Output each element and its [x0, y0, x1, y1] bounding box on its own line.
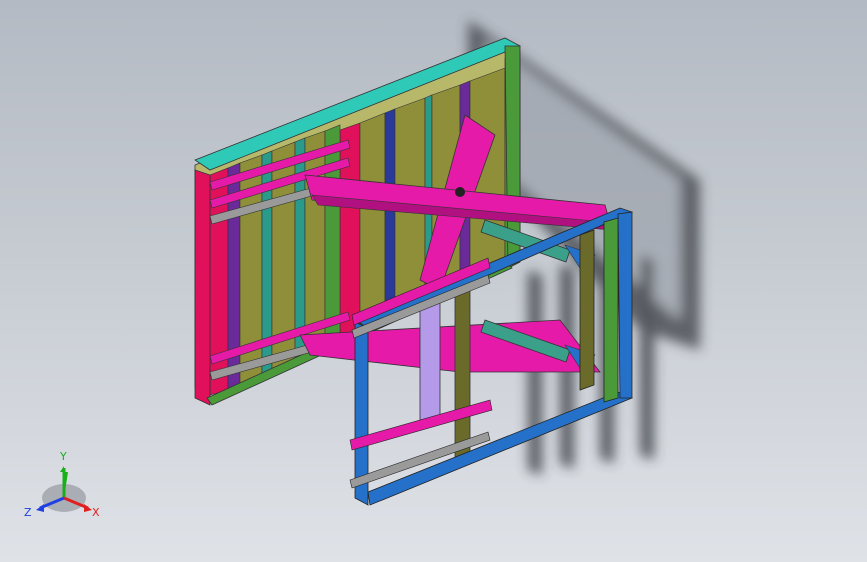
x-axis-label: X	[92, 506, 100, 519]
orientation-triad[interactable]: Y X Z	[22, 446, 108, 526]
z-axis-label: Z	[24, 506, 32, 519]
y-axis-label: Y	[59, 450, 67, 463]
cad-viewport[interactable]: Y X Z	[0, 0, 867, 562]
assembly-model[interactable]	[0, 0, 867, 562]
